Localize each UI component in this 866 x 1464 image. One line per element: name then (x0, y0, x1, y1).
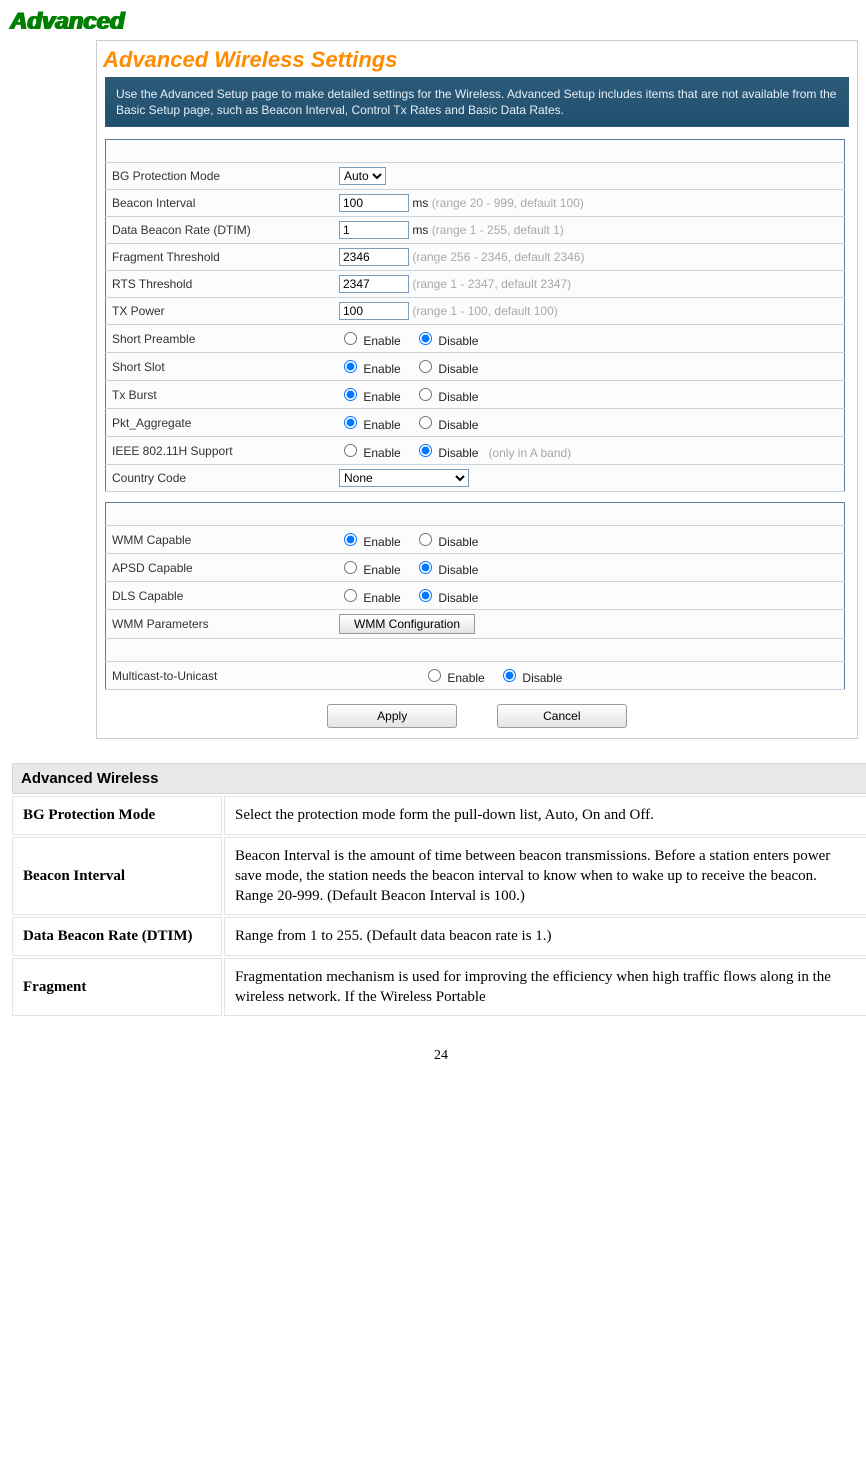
rts-hint: (range 1 - 2347, default 2347) (412, 277, 571, 291)
disable-text: Disable (438, 446, 478, 460)
multicast-to-unicast-label: Multicast-to-Unicast (106, 662, 334, 690)
info-box: Use the Advanced Setup page to make deta… (105, 77, 849, 127)
ieee80211h-enable-radio[interactable] (344, 444, 357, 457)
m2u-disable-radio[interactable] (503, 669, 516, 682)
advanced-wireless-header: Advanced Wireless (106, 140, 845, 163)
beacon-interval-hint: (range 20 - 999, default 100) (432, 196, 584, 210)
wifi-multimedia-table: Wi-Fi Multimedia WMM Capable Enable Disa… (105, 502, 845, 690)
dls-capable-label: DLS Capable (106, 582, 334, 610)
m2u-enable-radio[interactable] (428, 669, 441, 682)
cancel-button[interactable]: Cancel (497, 704, 627, 728)
tx-burst-label: Tx Burst (106, 381, 334, 409)
short-preamble-enable-radio[interactable] (344, 332, 357, 345)
rts-label: RTS Threshold (106, 271, 334, 298)
short-slot-enable-radio[interactable] (344, 360, 357, 373)
doc-term: BG Protection Mode (12, 796, 222, 834)
page-heading: Advanced (10, 8, 866, 36)
fragment-label: Fragment Threshold (106, 244, 334, 271)
enable-text: Enable (363, 563, 400, 577)
dtim-unit: ms (412, 223, 428, 237)
advanced-wireless-table: Advanced Wireless BG Protection Mode Aut… (105, 139, 845, 492)
enable-text: Enable (447, 671, 484, 685)
short-slot-label: Short Slot (106, 353, 334, 381)
apsd-disable-radio[interactable] (419, 561, 432, 574)
page-number: 24 (8, 1048, 866, 1064)
apply-button[interactable]: Apply (327, 704, 457, 728)
disable-text: Disable (438, 563, 478, 577)
pkt-aggregate-label: Pkt_Aggregate (106, 409, 334, 437)
enable-text: Enable (363, 390, 400, 404)
disable-text: Disable (438, 334, 478, 348)
doc-desc: Select the protection mode form the pull… (224, 796, 866, 834)
fragment-hint: (range 256 - 2346, default 2346) (412, 250, 584, 264)
wmm-capable-disable-radio[interactable] (419, 533, 432, 546)
country-code-label: Country Code (106, 465, 334, 492)
disable-text: Disable (438, 591, 478, 605)
beacon-interval-label: Beacon Interval (106, 190, 334, 217)
enable-text: Enable (363, 334, 400, 348)
settings-panel: Advanced Wireless Settings Use the Advan… (96, 40, 858, 739)
doc-table: Advanced Wireless BG Protection Mode Sel… (10, 761, 866, 1018)
disable-text: Disable (522, 671, 562, 685)
txpower-input[interactable] (339, 302, 409, 320)
rts-input[interactable] (339, 275, 409, 293)
wmm-configuration-button[interactable]: WMM Configuration (339, 614, 475, 634)
disable-text: Disable (438, 535, 478, 549)
doc-table-wrap: Advanced Wireless BG Protection Mode Sel… (10, 761, 866, 1018)
ieee80211h-note: (only in A band) (488, 446, 571, 460)
disable-text: Disable (438, 390, 478, 404)
bg-protection-label: BG Protection Mode (106, 163, 334, 190)
tx-burst-disable-radio[interactable] (419, 388, 432, 401)
apsd-capable-label: APSD Capable (106, 554, 334, 582)
enable-text: Enable (363, 418, 400, 432)
wifi-multimedia-header: Wi-Fi Multimedia (106, 503, 845, 526)
bg-protection-select[interactable]: Auto (339, 167, 386, 185)
enable-text: Enable (363, 591, 400, 605)
enable-text: Enable (363, 446, 400, 460)
ieee80211h-disable-radio[interactable] (419, 444, 432, 457)
disable-text: Disable (438, 418, 478, 432)
txpower-hint: (range 1 - 100, default 100) (412, 304, 557, 318)
doc-desc: Beacon Interval is the amount of time be… (224, 837, 866, 916)
short-preamble-disable-radio[interactable] (419, 332, 432, 345)
country-code-select[interactable]: None (339, 469, 469, 487)
ieee80211h-label: IEEE 802.11H Support (106, 437, 334, 465)
wmm-parameters-label: WMM Parameters (106, 610, 334, 639)
dtim-label: Data Beacon Rate (DTIM) (106, 217, 334, 244)
wmm-capable-label: WMM Capable (106, 526, 334, 554)
apsd-enable-radio[interactable] (344, 561, 357, 574)
enable-text: Enable (363, 362, 400, 376)
short-preamble-label: Short Preamble (106, 325, 334, 353)
doc-term: Fragment (12, 958, 222, 1017)
txpower-label: TX Power (106, 298, 334, 325)
dtim-hint: (range 1 - 255, default 1) (432, 223, 564, 237)
beacon-interval-unit: ms (412, 196, 428, 210)
tx-burst-enable-radio[interactable] (344, 388, 357, 401)
wmm-capable-enable-radio[interactable] (344, 533, 357, 546)
multicast-converter-header: Multicast-to-Unicast Converter (106, 639, 845, 662)
disable-text: Disable (438, 362, 478, 376)
short-slot-disable-radio[interactable] (419, 360, 432, 373)
dtim-input[interactable] (339, 221, 409, 239)
dls-enable-radio[interactable] (344, 589, 357, 602)
panel-title: Advanced Wireless Settings (97, 41, 857, 77)
doc-term: Data Beacon Rate (DTIM) (12, 917, 222, 955)
doc-term: Beacon Interval (12, 837, 222, 916)
doc-desc: Fragmentation mechanism is used for impr… (224, 958, 866, 1017)
doc-desc: Range from 1 to 255. (Default data beaco… (224, 917, 866, 955)
doc-table-header: Advanced Wireless (12, 763, 866, 794)
dls-disable-radio[interactable] (419, 589, 432, 602)
pkt-aggregate-enable-radio[interactable] (344, 416, 357, 429)
fragment-input[interactable] (339, 248, 409, 266)
beacon-interval-input[interactable] (339, 194, 409, 212)
pkt-aggregate-disable-radio[interactable] (419, 416, 432, 429)
enable-text: Enable (363, 535, 400, 549)
